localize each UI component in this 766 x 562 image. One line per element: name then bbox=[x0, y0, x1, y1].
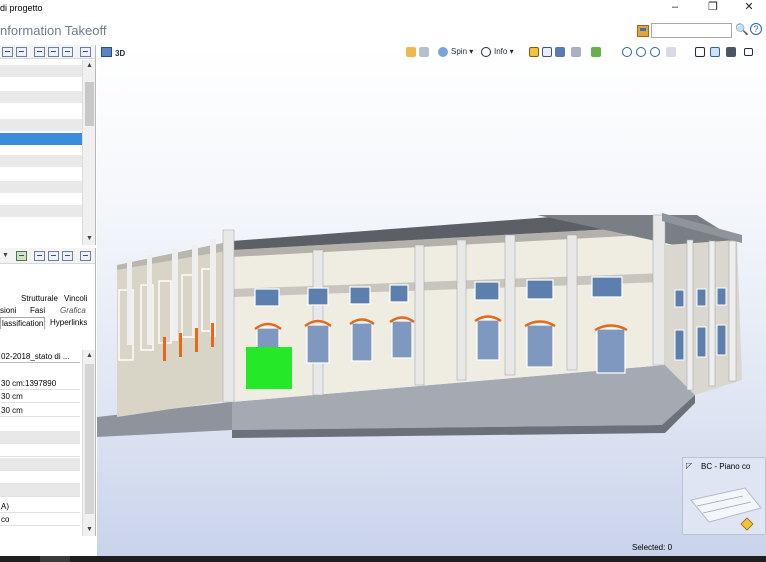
tree-row[interactable] bbox=[0, 169, 82, 181]
restore-button[interactable]: ❐ bbox=[698, 0, 728, 17]
tree-row-selected[interactable] bbox=[0, 133, 82, 145]
property-tabs-row-3: lassification Hyperlinks bbox=[0, 317, 95, 329]
properties-tool-3-icon[interactable] bbox=[48, 251, 59, 261]
tab-vincoli[interactable]: Vincoli bbox=[64, 293, 87, 304]
close-button[interactable]: ✕ bbox=[734, 0, 764, 17]
taskbar-item[interactable] bbox=[40, 556, 70, 562]
property-row: A) bbox=[0, 500, 80, 513]
property-row: co bbox=[0, 513, 80, 526]
search-scope-icon[interactable] bbox=[637, 25, 649, 37]
properties-tool-2-icon[interactable] bbox=[34, 251, 45, 261]
tab-dimensioni[interactable]: sioni bbox=[0, 305, 16, 316]
tree-row[interactable] bbox=[0, 105, 82, 117]
app-title: nformation Takeoff bbox=[0, 23, 107, 38]
property-row bbox=[0, 431, 80, 444]
tree-tool-4-icon[interactable] bbox=[48, 47, 59, 57]
tab-strutturale[interactable]: Strutturale bbox=[21, 293, 58, 304]
minimap-plan bbox=[690, 487, 762, 531]
tab-grafica[interactable]: Grafica bbox=[60, 305, 86, 316]
tree-tool-5-icon[interactable] bbox=[62, 47, 73, 57]
tab-fasi[interactable]: Fasi bbox=[30, 305, 45, 316]
window-title: di progetto bbox=[0, 3, 43, 13]
tree-tool-1-icon[interactable] bbox=[2, 47, 13, 57]
tree-row[interactable] bbox=[0, 181, 82, 193]
properties-tool-1-icon[interactable] bbox=[16, 251, 27, 261]
property-row bbox=[0, 444, 80, 457]
taskbar bbox=[0, 556, 766, 562]
tree-row[interactable] bbox=[0, 205, 82, 217]
tree-row[interactable] bbox=[0, 91, 82, 103]
tree-tool-2-icon[interactable] bbox=[16, 47, 27, 57]
binoculars-icon[interactable]: 🔍 bbox=[735, 23, 749, 36]
help-icon[interactable]: ? bbox=[750, 23, 762, 35]
properties-tool-5-icon[interactable] bbox=[80, 251, 91, 261]
scroll-up-icon[interactable]: ▲ bbox=[84, 61, 95, 71]
tree-row[interactable] bbox=[0, 119, 82, 131]
tree-tool-3-icon[interactable] bbox=[34, 47, 45, 57]
app-header: nformation Takeoff 🔍 ? bbox=[0, 17, 766, 45]
properties-scrollbar[interactable]: ▲ ▼ bbox=[82, 350, 95, 536]
tree-row[interactable] bbox=[0, 65, 82, 77]
scroll-down-icon[interactable]: ▼ bbox=[84, 234, 95, 244]
plan-minimap[interactable]: ◸ BC - Piano co bbox=[682, 457, 766, 535]
title-bar: di progetto – ❐ ✕ bbox=[0, 0, 766, 17]
tree-row[interactable] bbox=[0, 219, 82, 231]
selection-tree-panel: ▲ ▼ bbox=[0, 45, 96, 245]
tree-tool-6-icon[interactable] bbox=[80, 47, 91, 57]
minimize-button[interactable]: – bbox=[660, 0, 690, 17]
property-row bbox=[0, 471, 80, 484]
property-row bbox=[0, 488, 80, 498]
scroll-thumb[interactable] bbox=[85, 82, 94, 126]
tab-classification[interactable]: lassification bbox=[0, 317, 46, 329]
property-row: 30 cm bbox=[0, 404, 80, 417]
app-window: di progetto – ❐ ✕ nformation Takeoff 🔍 ? bbox=[0, 0, 766, 562]
scroll-up-icon[interactable]: ▲ bbox=[84, 351, 95, 361]
property-tabs-row-2: sioni Fasi Grafica bbox=[0, 305, 95, 316]
selection-status: Selected: 0 bbox=[632, 543, 673, 552]
tab-hyperlinks[interactable]: Hyperlinks bbox=[50, 317, 87, 328]
tree-row[interactable] bbox=[0, 77, 82, 89]
property-header: 02-2018_stato di ... bbox=[0, 350, 80, 363]
building-model[interactable] bbox=[97, 45, 766, 556]
scroll-thumb[interactable] bbox=[85, 364, 94, 514]
properties-toolbar: ▼ bbox=[0, 248, 95, 264]
highlighted-element bbox=[246, 347, 292, 389]
tree-row[interactable] bbox=[0, 155, 82, 167]
tree-scrollbar[interactable]: ▲ ▼ bbox=[82, 60, 95, 245]
chevron-down-icon[interactable]: ▼ bbox=[0, 251, 11, 261]
property-row: 30 cm bbox=[0, 390, 80, 403]
3d-viewport[interactable]: 3D Spin ▾ Info ▾ ◸ BC - Piano co Selecte… bbox=[97, 45, 766, 556]
property-row: 30 cm:1397890 bbox=[0, 377, 80, 390]
search-input[interactable] bbox=[651, 23, 732, 38]
scroll-down-icon[interactable]: ▼ bbox=[84, 525, 95, 535]
properties-tool-4-icon[interactable] bbox=[62, 251, 73, 261]
properties-panel: ▼ Strutturale Vincoli sioni Fasi Grafica… bbox=[0, 248, 96, 536]
property-tabs-row-1: Strutturale Vincoli bbox=[0, 293, 95, 304]
property-row bbox=[0, 458, 80, 471]
tree-toolbar bbox=[0, 45, 95, 59]
